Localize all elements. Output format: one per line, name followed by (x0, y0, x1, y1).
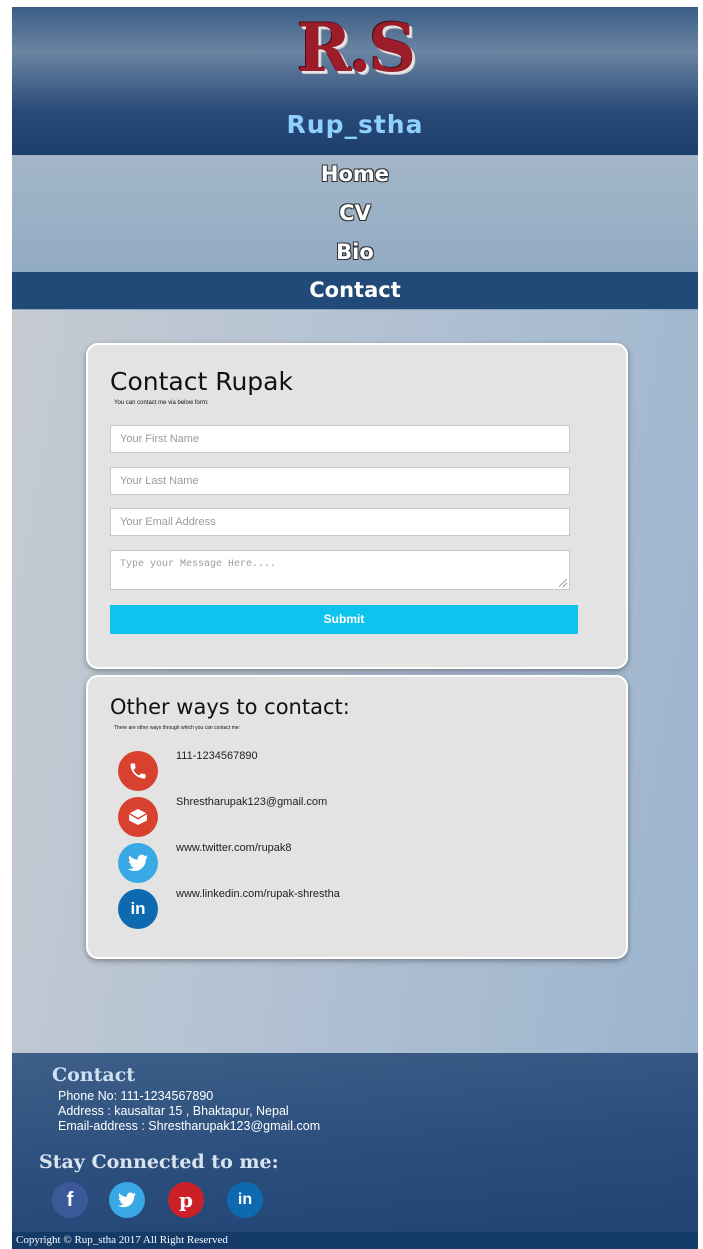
pinterest-icon[interactable]: p (168, 1182, 204, 1218)
stay-connected-title: Stay Connected to me: (39, 1151, 279, 1173)
footer-phone: Phone No: 111-1234567890 (58, 1089, 214, 1103)
message-textarea[interactable]: Type your Message Here.... (110, 550, 570, 590)
linkedin-icon[interactable]: in (227, 1182, 263, 1218)
footer-email: Email-address : Shrestharupak123@gmail.c… (58, 1119, 321, 1133)
message-placeholder: Type your Message Here.... (120, 559, 277, 570)
linkedin-icon[interactable]: in (118, 889, 158, 929)
contact-form-subtitle: You can contact me via below form: (114, 400, 209, 406)
email-input[interactable]: Your Email Address (110, 508, 570, 536)
footer-contact-title: Contact (52, 1064, 136, 1086)
other-ways-card: Other ways to contact: There are other w… (86, 675, 628, 959)
contact-phone-text[interactable]: 111-1234567890 (176, 750, 258, 762)
nav-item-home[interactable]: Home (12, 162, 698, 186)
contact-form-title: Contact Rupak (110, 367, 293, 396)
mail-icon[interactable] (118, 797, 158, 837)
contact-linkedin-row: in www.linkedin.com/rupak-shrestha (118, 888, 538, 933)
resize-grip-icon[interactable] (559, 579, 567, 587)
phone-icon[interactable] (118, 751, 158, 791)
last-name-input[interactable]: Your Last Name (110, 467, 570, 495)
footer-address: Address : kausaltar 15 , Bhaktapur, Nepa… (58, 1104, 289, 1118)
other-ways-subtitle: There are other ways through which you c… (114, 725, 240, 731)
facebook-icon[interactable]: f (52, 1182, 88, 1218)
site-logo[interactable]: R.S (12, 9, 698, 87)
site-header: R.S Rup_stha (12, 7, 698, 155)
other-ways-title: Other ways to contact: (110, 695, 350, 719)
twitter-icon[interactable] (118, 843, 158, 883)
nav-item-bio[interactable]: Bio (12, 240, 698, 264)
nav-item-contact[interactable]: Contact (12, 272, 698, 309)
site-footer: Contact Phone No: 111-1234567890 Address… (12, 1053, 698, 1249)
contact-twitter-text[interactable]: www.twitter.com/rupak8 (176, 842, 292, 854)
copyright-text: Copyright © Rup_stha 2017 All Right Rese… (12, 1232, 698, 1249)
contact-email-text[interactable]: Shrestharupak123@gmail.com (176, 796, 327, 808)
contact-phone-row: 111-1234567890 (118, 750, 538, 795)
contact-twitter-row: www.twitter.com/rupak8 (118, 842, 538, 887)
main-nav: Home CV Bio Contact (12, 155, 698, 310)
twitter-icon[interactable] (109, 1182, 145, 1218)
submit-button[interactable]: Submit (110, 605, 578, 634)
page: R.S Rup_stha Home CV Bio Contact Contact… (12, 7, 698, 1249)
contact-email-row: Shrestharupak123@gmail.com (118, 796, 538, 841)
first-name-input[interactable]: Your First Name (110, 425, 570, 453)
contact-linkedin-text[interactable]: www.linkedin.com/rupak-shrestha (176, 888, 340, 900)
nav-item-cv[interactable]: CV (12, 201, 698, 225)
site-name: Rup_stha (286, 110, 424, 139)
contact-form-card: Contact Rupak You can contact me via bel… (86, 343, 628, 669)
